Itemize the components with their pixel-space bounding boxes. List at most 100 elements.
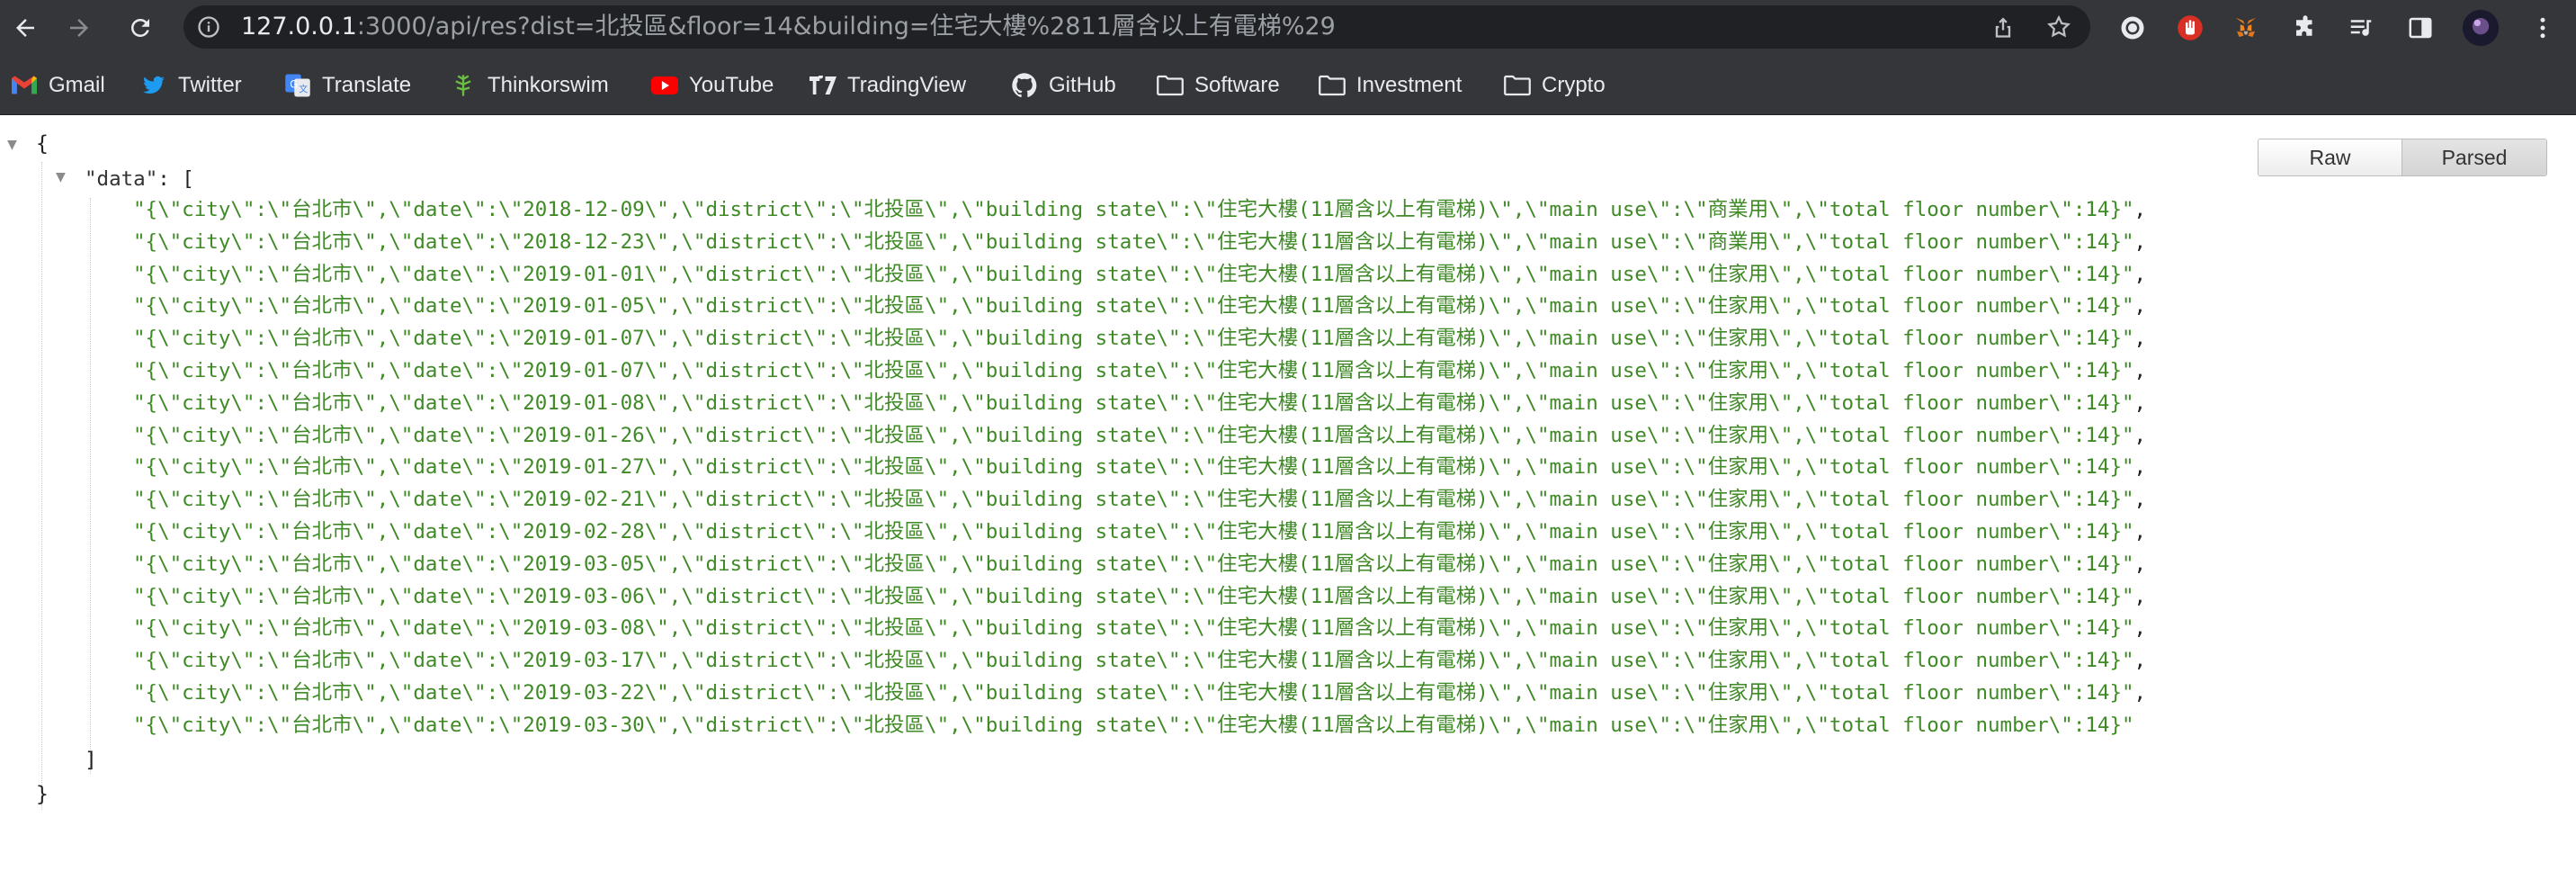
bookmark-label: Twitter <box>178 73 242 97</box>
array-item: "{\"city\":\"台北市\",\"date\":\"2019-03-08… <box>133 616 2147 641</box>
array-item: "{\"city\":\"台北市\",\"date\":\"2019-01-08… <box>133 391 2147 415</box>
string-value: "{\"city\":\"台北市\",\"date\":\"2019-02-21… <box>133 488 2134 512</box>
side-panel-icon[interactable] <box>2405 13 2436 43</box>
root-indent-guide <box>41 162 42 810</box>
gmail-icon <box>11 72 38 99</box>
bookmark-label: YouTube <box>689 73 774 97</box>
hand-stop-extension-icon[interactable] <box>2175 13 2205 43</box>
parsed-button[interactable]: Parsed <box>2402 139 2546 175</box>
translate-icon: G文 <box>284 72 311 99</box>
twitter-icon <box>140 72 167 99</box>
array-item: "{\"city\":\"台北市\",\"date\":\"2019-01-26… <box>133 423 2147 447</box>
collapse-root-toggle-icon[interactable]: ▼ <box>7 135 17 154</box>
string-value: "{\"city\":\"台北市\",\"date\":\"2019-03-22… <box>133 680 2134 705</box>
chrome-menu-icon[interactable] <box>2527 13 2558 43</box>
bookmark-thinkorswim[interactable]: Thinkorswim <box>450 56 609 115</box>
metamask-fox-icon[interactable] <box>2231 13 2261 43</box>
string-value: "{\"city\":\"台北市\",\"date\":\"2018-12-23… <box>133 229 2134 254</box>
forward-arrow-icon <box>70 19 88 37</box>
browser-toolbar: 127.0.0.1:3000/api/res?dist=北投區&floor=14… <box>0 0 2576 56</box>
data-array: "{\"city\":\"台北市\",\"date\":\"2018-12-09… <box>133 194 2146 742</box>
svg-text:G: G <box>290 79 298 91</box>
array-item: "{\"city\":\"台北市\",\"date\":\"2019-03-06… <box>133 584 2147 608</box>
string-value: "{\"city\":\"台北市\",\"date\":\"2019-01-26… <box>133 423 2134 447</box>
data-close-bracket: ] <box>85 749 97 772</box>
array-item: "{\"city\":\"台北市\",\"date\":\"2018-12-23… <box>133 229 2147 254</box>
array-item: "{\"city\":\"台北市\",\"date\":\"2019-03-05… <box>133 552 2147 576</box>
site-info-icon[interactable] <box>196 14 221 43</box>
data-key-colon: : [ <box>157 167 194 191</box>
bookmark-youtube[interactable]: YouTube <box>651 56 774 115</box>
string-value: "{\"city\":\"台北市\",\"date\":\"2019-01-27… <box>133 455 2134 480</box>
tradingview-icon <box>809 72 836 99</box>
bookmark-label: Thinkorswim <box>487 73 609 97</box>
thinkorswim-icon <box>450 72 477 99</box>
reload-button[interactable] <box>122 10 158 46</box>
url-host: 127.0.0.1 <box>241 13 357 40</box>
url-path: :3000/api/res?dist=北投區&floor=14&building… <box>356 13 1336 40</box>
root-open-brace: { <box>36 132 49 156</box>
string-value: "{\"city\":\"台北市\",\"date\":\"2019-03-17… <box>133 649 2134 673</box>
forward-button[interactable] <box>61 10 97 46</box>
bookmark-twitter[interactable]: Twitter <box>140 56 242 115</box>
bookmark-label: TradingView <box>847 73 967 97</box>
data-key-label: "data" <box>85 167 158 191</box>
string-value: "{\"city\":\"台北市\",\"date\":\"2019-01-07… <box>133 358 2134 382</box>
array-item: "{\"city\":\"台北市\",\"date\":\"2019-01-27… <box>133 455 2147 480</box>
bookmark-label: Investment <box>1356 73 1462 97</box>
extension-circle-icon[interactable] <box>2117 13 2148 43</box>
raw-button[interactable]: Raw <box>2258 139 2402 175</box>
bookmark-label: Gmail <box>49 73 105 97</box>
bookmarks-bar: Gmail Twitter G文 Translate Thinkorswim Y… <box>0 56 2576 115</box>
string-value: "{\"city\":\"台北市\",\"date\":\"2019-03-08… <box>133 616 2134 641</box>
string-value: "{\"city\":\"台北市\",\"date\":\"2019-01-08… <box>133 391 2134 415</box>
array-item: "{\"city\":\"台北市\",\"date\":\"2019-03-30… <box>133 710 2146 742</box>
bookmark-github[interactable]: GitHub <box>1011 56 1116 115</box>
array-item: "{\"city\":\"台北市\",\"date\":\"2019-01-05… <box>133 294 2147 319</box>
bookmark-label: GitHub <box>1049 73 1116 97</box>
bookmark-label: Translate <box>322 73 412 97</box>
array-item: "{\"city\":\"台北市\",\"date\":\"2019-02-28… <box>133 519 2147 543</box>
string-value: "{\"city\":\"台北市\",\"date\":\"2018-12-09… <box>133 198 2134 221</box>
string-value: "{\"city\":\"台北市\",\"date\":\"2019-02-28… <box>133 519 2134 543</box>
array-item: "{\"city\":\"台北市\",\"date\":\"2019-03-22… <box>133 680 2147 705</box>
media-queue-icon[interactable] <box>2346 13 2376 43</box>
string-value: "{\"city\":\"台北市\",\"date\":\"2019-01-01… <box>133 262 2134 286</box>
address-bar[interactable]: 127.0.0.1:3000/api/res?dist=北投區&floor=14… <box>183 5 2090 49</box>
string-value: "{\"city\":\"台北市\",\"date\":\"2019-03-06… <box>133 584 2134 608</box>
url-text[interactable]: 127.0.0.1:3000/api/res?dist=北投區&floor=14… <box>241 5 1336 49</box>
json-viewer: Raw Parsed ▼ { ▼ "data": [ "{\"city\":\"… <box>0 115 2576 871</box>
bookmark-folder-software[interactable]: Software <box>1157 56 1280 115</box>
string-value: "{\"city\":\"台北市\",\"date\":\"2019-01-07… <box>133 327 2134 351</box>
bookmark-star-icon[interactable] <box>2045 13 2072 40</box>
array-item: "{\"city\":\"台北市\",\"date\":\"2018-12-09… <box>133 198 2147 221</box>
collapse-data-toggle-icon[interactable]: ▼ <box>56 167 66 186</box>
bookmark-translate[interactable]: G文 Translate <box>284 56 411 115</box>
string-value: "{\"city\":\"台北市\",\"date\":\"2019-03-30… <box>133 713 2134 737</box>
reload-icon <box>131 18 149 37</box>
bookmark-gmail[interactable]: Gmail <box>11 56 105 115</box>
array-item: "{\"city\":\"台北市\",\"date\":\"2019-02-21… <box>133 488 2147 512</box>
folder-icon <box>1319 72 1346 99</box>
back-button[interactable] <box>7 10 43 46</box>
github-icon <box>1011 72 1038 99</box>
string-value: "{\"city\":\"台北市\",\"date\":\"2019-03-05… <box>133 552 2134 576</box>
data-key: "data": [ <box>85 164 194 194</box>
svg-text:文: 文 <box>299 84 308 95</box>
bookmark-folder-investment[interactable]: Investment <box>1319 56 1462 115</box>
profile-avatar-icon[interactable] <box>2461 8 2500 48</box>
youtube-icon <box>651 72 678 99</box>
root-close-brace: } <box>36 783 49 806</box>
array-item: "{\"city\":\"台北市\",\"date\":\"2019-01-01… <box>133 262 2147 286</box>
array-item: "{\"city\":\"台北市\",\"date\":\"2019-01-07… <box>133 358 2147 382</box>
bookmark-folder-crypto[interactable]: Crypto <box>1504 56 1606 115</box>
bookmark-tradingview[interactable]: TradingView <box>809 56 966 115</box>
array-item: "{\"city\":\"台北市\",\"date\":\"2019-03-17… <box>133 649 2147 673</box>
share-icon[interactable] <box>1990 13 2017 40</box>
puzzle-extensions-icon[interactable] <box>2290 13 2321 43</box>
bookmark-label: Crypto <box>1542 73 1606 97</box>
bookmark-label: Software <box>1194 73 1280 97</box>
back-arrow-icon <box>16 19 34 37</box>
folder-icon <box>1504 72 1531 99</box>
view-toggle: Raw Parsed <box>2258 139 2547 176</box>
